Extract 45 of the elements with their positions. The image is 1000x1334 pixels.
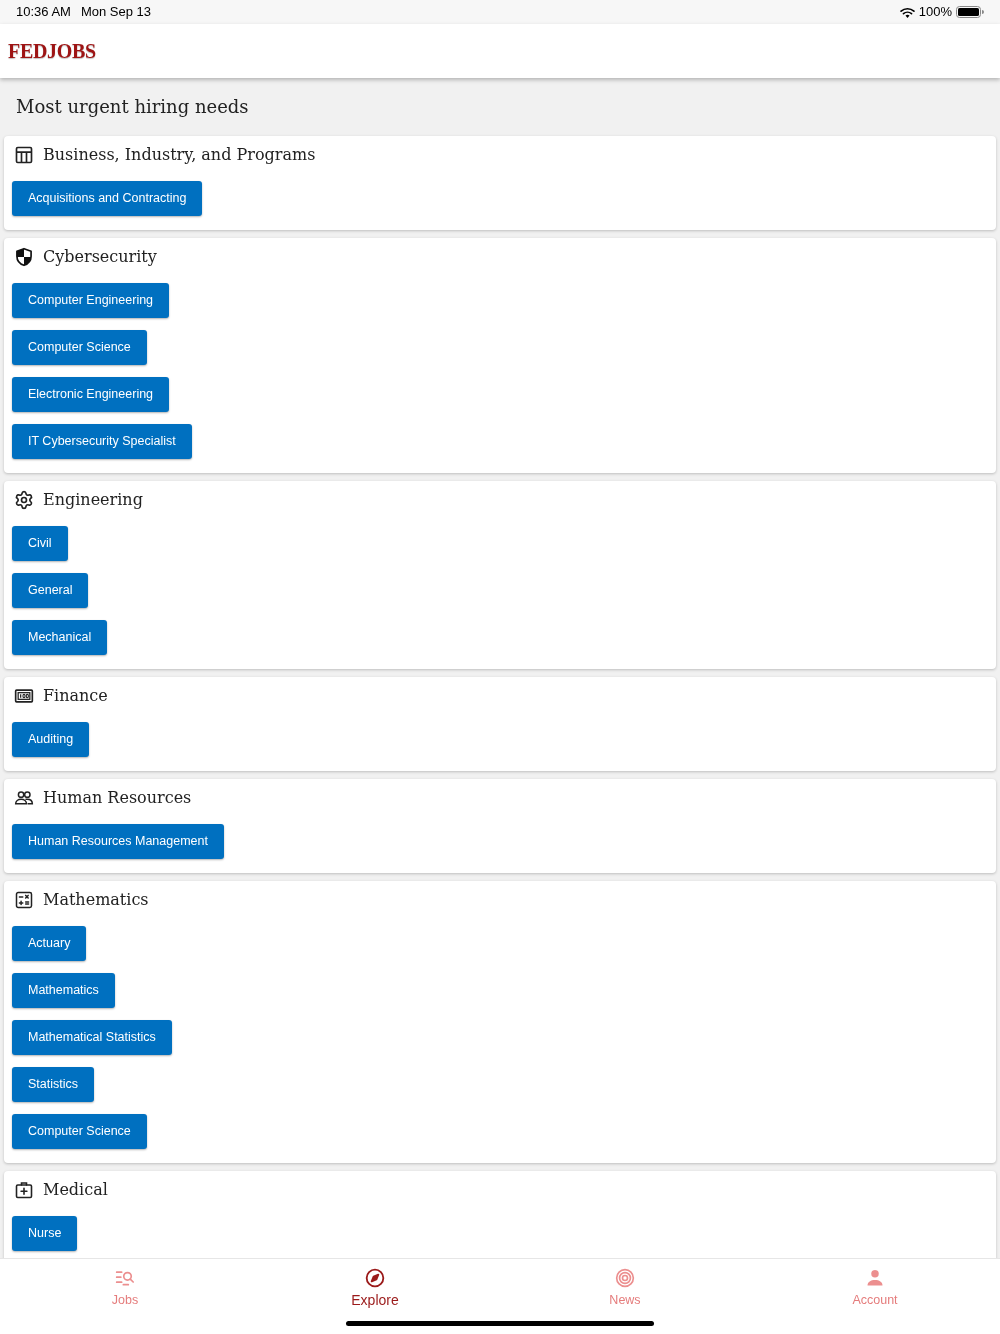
category-title: Finance (43, 688, 108, 704)
wifi-icon (899, 6, 915, 18)
medical-kit-icon (14, 1180, 34, 1200)
job-category-button[interactable]: Mechanical (12, 620, 108, 655)
job-category-button[interactable]: Human Resources Management (12, 824, 224, 859)
category-title: Human Resources (43, 790, 192, 806)
tab-button[interactable]: News (500, 1259, 750, 1317)
page-title: Most urgent hiring needs (16, 98, 249, 116)
person-icon (865, 1268, 885, 1288)
job-category-button[interactable]: Civil (12, 526, 68, 561)
job-category-button[interactable]: Auditing (12, 722, 90, 757)
job-category-button[interactable]: Nurse (12, 1216, 78, 1251)
tab-button[interactable]: Account (750, 1259, 1000, 1317)
job-category-button[interactable]: Statistics (12, 1067, 94, 1102)
shield-icon (14, 247, 34, 267)
category-title: Cybersecurity (43, 249, 157, 265)
calculator-icon (14, 890, 34, 910)
gear-icon (14, 490, 34, 510)
battery-icon (956, 6, 984, 18)
category-title: Business, Industry, and Programs (43, 147, 316, 163)
tab-button[interactable]: Explore (250, 1259, 500, 1317)
job-category-button[interactable]: Computer Science (12, 1114, 147, 1149)
target-icon (615, 1268, 635, 1288)
job-category-button[interactable]: Actuary (12, 926, 87, 961)
job-category-button[interactable]: Electronic Engineering (12, 377, 170, 412)
table-icon (14, 145, 34, 165)
banknote-icon (14, 686, 34, 706)
people-icon (14, 788, 34, 808)
category-title: Medical (43, 1182, 108, 1198)
job-category-button[interactable]: Mathematics (12, 973, 115, 1008)
job-category-button[interactable]: Mathematical Statistics (12, 1020, 172, 1055)
tab-button[interactable]: Jobs (0, 1259, 250, 1317)
job-category-button[interactable]: Computer Engineering (12, 283, 170, 318)
status-time: 10:36 AM (16, 3, 71, 22)
battery-percent: 100% (918, 3, 952, 22)
category-title: Engineering (43, 492, 143, 508)
fedjobs-logo[interactable]: FEDJOBS (8, 36, 96, 66)
compass-icon (365, 1268, 385, 1288)
status-date: Mon Sep 13 (80, 3, 152, 22)
job-category-button[interactable]: General (12, 573, 89, 608)
list-search-icon (115, 1268, 135, 1288)
job-category-button[interactable]: IT Cybersecurity Specialist (12, 424, 192, 459)
category-title: Mathematics (43, 892, 149, 908)
job-category-button[interactable]: Computer Science (12, 330, 147, 365)
job-category-button[interactable]: Acquisitions and Contracting (12, 181, 203, 216)
